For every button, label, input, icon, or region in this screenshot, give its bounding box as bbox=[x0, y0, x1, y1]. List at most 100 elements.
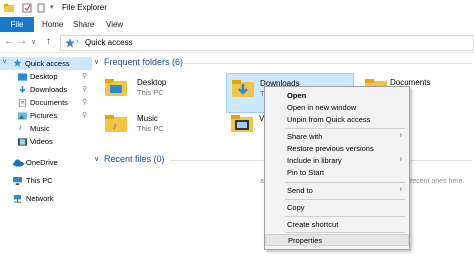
ribbon-tabs: File Home Share View bbox=[0, 17, 474, 33]
breadcrumb[interactable]: Quick access bbox=[85, 38, 133, 47]
address-bar[interactable]: › Quick access bbox=[60, 35, 474, 51]
menu-item-label: Unpin from Quick access bbox=[287, 115, 371, 124]
cloud-icon bbox=[13, 159, 24, 167]
context-menu: Open Open in new window Unpin from Quick… bbox=[264, 86, 410, 250]
menu-item-send-to[interactable]: Send to › bbox=[265, 185, 409, 197]
folder-name: Music bbox=[137, 114, 158, 123]
sidebar-item-music[interactable]: ♪ Music bbox=[0, 122, 92, 135]
menu-separator bbox=[285, 232, 405, 233]
sidebar-item-label: Desktop bbox=[30, 72, 58, 81]
menu-item-copy[interactable]: Copy bbox=[265, 202, 409, 214]
menu-item-label: Properties bbox=[288, 236, 323, 245]
collapse-chevron-icon[interactable]: ∨ bbox=[94, 155, 99, 163]
menu-item-label: Include in library bbox=[287, 156, 342, 165]
menu-item-label: Share with bbox=[287, 132, 323, 141]
menu-item-restore-versions[interactable]: Restore previous versions bbox=[265, 143, 409, 155]
folder-tile-videos[interactable]: Vi bbox=[226, 109, 266, 149]
navigation-bar: ← → ∨ ↑ › Quick access bbox=[0, 32, 474, 53]
menu-separator bbox=[285, 128, 405, 129]
sidebar-item-label: OneDrive bbox=[26, 158, 58, 167]
pin-icon: ⚲ bbox=[82, 99, 88, 106]
sidebar-item-desktop[interactable]: Desktop ⚲ bbox=[0, 70, 92, 83]
menu-item-label: Send to bbox=[287, 186, 313, 195]
menu-item-unpin[interactable]: Unpin from Quick access bbox=[265, 114, 409, 126]
sidebar-item-label: Network bbox=[26, 194, 54, 203]
sidebar-item-onedrive[interactable]: OneDrive bbox=[0, 156, 92, 169]
sidebar-item-quick-access[interactable]: v Quick access bbox=[0, 57, 92, 70]
star-icon bbox=[13, 59, 22, 67]
folder-tile-music[interactable]: ♪ Music This PC bbox=[100, 109, 220, 149]
sidebar-item-label: Pictures bbox=[30, 111, 58, 120]
sidebar-item-label: Quick access bbox=[25, 59, 70, 68]
submenu-arrow-icon: › bbox=[399, 186, 402, 193]
properties-icon[interactable] bbox=[22, 3, 32, 13]
group-header-recent[interactable]: Recent files (0) bbox=[104, 154, 165, 164]
videos-icon bbox=[18, 138, 27, 146]
expand-chevron-icon[interactable]: v bbox=[3, 59, 6, 65]
sidebar-item-label: Videos bbox=[30, 137, 53, 146]
sidebar-item-this-pc[interactable]: This PC bbox=[0, 174, 92, 187]
collapse-chevron-icon[interactable]: ∨ bbox=[94, 58, 99, 66]
forward-icon[interactable]: → bbox=[17, 36, 27, 47]
up-icon[interactable]: ↑ bbox=[46, 36, 51, 47]
title-bar: ▾ File Explorer bbox=[0, 0, 474, 17]
navigation-pane: v Quick access Desktop ⚲ Downloads ⚲ Doc… bbox=[0, 53, 92, 257]
documents-icon bbox=[18, 99, 27, 107]
menu-item-label: Open in new window bbox=[287, 103, 357, 112]
group-header-frequent[interactable]: Frequent folders (6) bbox=[104, 57, 183, 67]
menu-item-label: Open bbox=[287, 91, 307, 100]
pictures-icon bbox=[18, 112, 27, 120]
menu-item-label: Create shortcut bbox=[287, 220, 339, 229]
menu-item-properties[interactable]: Properties bbox=[265, 234, 409, 246]
menu-item-pin-start[interactable]: Pin to Start bbox=[265, 167, 409, 179]
menu-item-label: Pin to Start bbox=[287, 168, 325, 177]
music-icon: ♪ bbox=[18, 122, 23, 132]
folder-tile-desktop[interactable]: Desktop This PC bbox=[100, 73, 220, 113]
download-icon bbox=[19, 86, 26, 93]
desktop-folder-icon bbox=[105, 79, 127, 96]
svg-text:♪: ♪ bbox=[112, 121, 117, 132]
sidebar-item-label: Downloads bbox=[30, 85, 68, 94]
back-icon[interactable]: ← bbox=[4, 36, 14, 47]
sidebar-item-videos[interactable]: Videos bbox=[0, 135, 92, 148]
star-icon bbox=[65, 38, 75, 48]
menu-item-label: Restore previous versions bbox=[287, 144, 374, 153]
group-divider bbox=[184, 63, 472, 64]
downloads-folder-icon bbox=[232, 80, 254, 97]
videos-folder-icon bbox=[231, 115, 253, 132]
menu-item-include-library[interactable]: Include in library › bbox=[265, 155, 409, 167]
pin-icon: ⚲ bbox=[82, 73, 88, 80]
tab-file[interactable]: File bbox=[0, 17, 34, 32]
tab-share[interactable]: Share bbox=[73, 20, 94, 29]
folder-icon[interactable] bbox=[4, 3, 14, 13]
menu-item-open[interactable]: Open bbox=[265, 90, 409, 102]
sidebar-item-pictures[interactable]: Pictures ⚲ bbox=[0, 109, 92, 122]
recent-empty-text: recent ones here. bbox=[410, 178, 465, 185]
desktop-icon bbox=[18, 73, 27, 81]
sidebar-item-documents[interactable]: Documents ⚲ bbox=[0, 96, 92, 109]
tab-view[interactable]: View bbox=[106, 20, 123, 29]
sidebar-item-label: Music bbox=[30, 124, 50, 133]
folder-location: This PC bbox=[137, 124, 164, 133]
folder-name: Desktop bbox=[137, 78, 167, 87]
breadcrumb-chevron-icon: › bbox=[76, 38, 79, 45]
customize-toolbar-icon[interactable]: ▾ bbox=[50, 3, 54, 11]
tab-home[interactable]: Home bbox=[42, 20, 63, 29]
menu-item-create-shortcut[interactable]: Create shortcut bbox=[265, 219, 409, 231]
recent-locations-icon[interactable]: ∨ bbox=[31, 38, 36, 46]
computer-icon bbox=[13, 177, 22, 185]
network-icon bbox=[13, 195, 22, 203]
menu-separator bbox=[285, 216, 405, 217]
submenu-arrow-icon: › bbox=[399, 132, 402, 139]
submenu-arrow-icon: › bbox=[399, 156, 402, 163]
new-folder-icon[interactable] bbox=[36, 3, 46, 13]
sidebar-item-network[interactable]: Network bbox=[0, 192, 92, 205]
music-folder-icon: ♪ bbox=[105, 115, 127, 132]
menu-item-open-new-window[interactable]: Open in new window bbox=[265, 102, 409, 114]
folder-location: This PC bbox=[137, 88, 164, 97]
menu-separator bbox=[285, 182, 405, 183]
sidebar-item-downloads[interactable]: Downloads ⚲ bbox=[0, 83, 92, 96]
sidebar-item-label: This PC bbox=[26, 176, 53, 185]
menu-item-share-with[interactable]: Share with › bbox=[265, 131, 409, 143]
menu-separator bbox=[285, 199, 405, 200]
